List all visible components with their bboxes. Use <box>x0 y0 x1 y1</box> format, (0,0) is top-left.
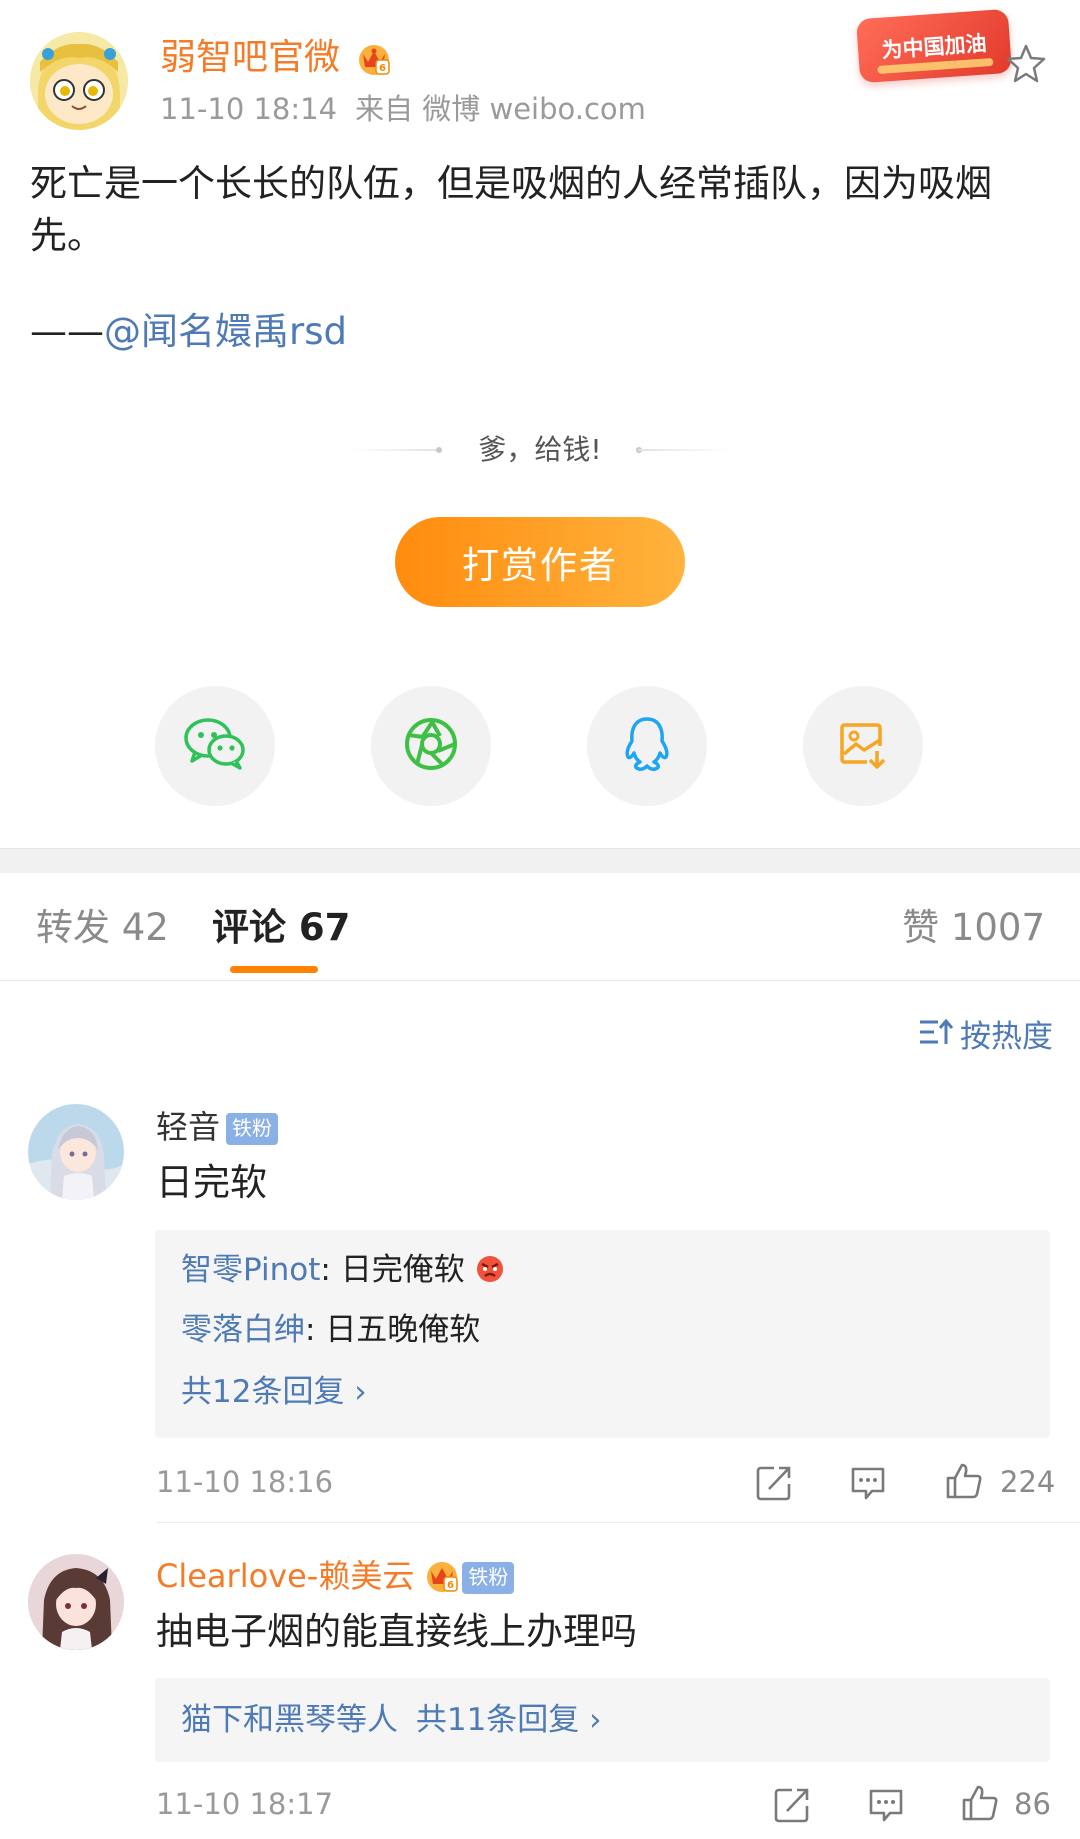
reply-separator: : <box>305 1312 326 1348</box>
reply-username[interactable]: 零落白绅 <box>181 1312 305 1348</box>
post-meta: 11-10 18:14 来自 微博 weibo.com <box>160 90 646 128</box>
reply-icon[interactable] <box>866 1785 906 1825</box>
reward-divider-right <box>638 449 730 451</box>
sort-label: 按热度 <box>960 1019 1053 1055</box>
like-count: 224 <box>1000 1465 1056 1499</box>
post-source: 来自 微博 weibo.com <box>355 92 646 126</box>
wechat-icon <box>183 716 247 776</box>
quote-mention-link[interactable]: @闻名嬛禹rsd <box>104 310 347 353</box>
comment-separator <box>156 1522 1080 1523</box>
section-divider <box>0 848 1080 873</box>
reply-icon[interactable] <box>848 1463 888 1503</box>
active-tab-indicator <box>230 966 318 973</box>
save-image-icon <box>837 718 889 774</box>
promo-badge[interactable]: 为中国加油 <box>855 8 1013 84</box>
tabs-border <box>0 980 1080 981</box>
repost-icon[interactable] <box>754 1463 794 1503</box>
share-moments-button[interactable] <box>371 686 491 806</box>
sort-button[interactable]: 按热度 <box>918 1016 1053 1058</box>
reply-item: 智零Pinot: 日完俺软 <box>181 1248 505 1296</box>
reply-summary: 猫下和黑琴等人 共11条回复 › <box>181 1698 602 1742</box>
like-count: 86 <box>1014 1787 1051 1821</box>
tab-likes[interactable]: 赞 1007 <box>902 903 1045 953</box>
share-wechat-button[interactable] <box>155 686 275 806</box>
vip-crown-icon[interactable]: 6 <box>356 40 392 76</box>
comment-text: 抽电子烟的能直接线上办理吗 <box>156 1610 637 1653</box>
repost-icon[interactable] <box>772 1785 812 1825</box>
comment-username[interactable]: 轻音 <box>156 1108 220 1146</box>
reply-preview-box[interactable]: 智零Pinot: 日完俺软 零落白绅: 日五晚俺软 共12条回复 › <box>155 1230 1050 1438</box>
reply-item: 零落白绅: 日五晚俺软 <box>181 1308 480 1352</box>
comment-avatar[interactable] <box>28 1554 124 1650</box>
vip-crown-icon: 6 <box>424 1557 460 1603</box>
reply-username[interactable]: 智零Pinot <box>181 1252 320 1288</box>
share-qq-button[interactable] <box>587 686 707 806</box>
comment-user: 轻音 铁粉 <box>156 1106 279 1148</box>
reward-divider-left <box>350 449 440 451</box>
svg-text:6: 6 <box>379 63 386 74</box>
comment-username[interactable]: Clearlove-赖美云 <box>156 1557 414 1595</box>
fan-badge: 铁粉 <box>462 1562 515 1594</box>
reply-separator: : <box>320 1252 341 1288</box>
svg-text:6: 6 <box>447 1580 454 1591</box>
post-quote: ——@闻名嬛禹rsd <box>30 306 347 358</box>
reward-author-button[interactable]: 打赏作者 <box>395 517 685 607</box>
comment-user: Clearlove-赖美云 6 铁粉 <box>156 1555 515 1603</box>
favorite-star-icon[interactable] <box>1004 42 1048 86</box>
post-time: 11-10 18:14 <box>160 92 338 126</box>
post-text: 死亡是一个长长的队伍，但是吸烟的人经常插队，因为吸烟先。 <box>30 162 992 257</box>
fan-badge: 铁粉 <box>226 1113 279 1145</box>
comment-time: 11-10 18:17 <box>156 1787 334 1821</box>
moments-icon <box>403 716 459 776</box>
author-avatar[interactable] <box>30 32 128 130</box>
comment-time: 11-10 18:16 <box>156 1465 334 1499</box>
angry-emoji-icon <box>475 1252 505 1296</box>
comment-text: 日完软 <box>156 1161 267 1204</box>
quote-prefix: —— <box>30 310 104 353</box>
save-image-button[interactable] <box>803 686 923 806</box>
reply-summary-users[interactable]: 猫下和黑琴等人 <box>181 1702 398 1738</box>
qq-icon <box>621 715 673 777</box>
comment-avatar[interactable] <box>28 1104 124 1200</box>
more-replies-link[interactable]: 共12条回复 › <box>181 1370 367 1414</box>
reply-text: 日完俺软 <box>340 1252 465 1288</box>
reply-preview-box[interactable]: 猫下和黑琴等人 共11条回复 › <box>155 1678 1050 1762</box>
more-replies-link[interactable]: 共11条回复 › <box>416 1702 602 1738</box>
sort-icon <box>918 1016 954 1058</box>
tab-repost[interactable]: 转发 42 <box>36 903 169 953</box>
reply-text: 日五晚俺软 <box>325 1312 481 1348</box>
reward-slogan: 爹，给钱! <box>478 433 602 466</box>
tab-comments[interactable]: 评论 67 <box>212 903 350 953</box>
like-icon[interactable] <box>960 1783 1000 1823</box>
author-name[interactable]: 弱智吧官微 <box>160 36 340 80</box>
like-icon[interactable] <box>944 1461 984 1501</box>
